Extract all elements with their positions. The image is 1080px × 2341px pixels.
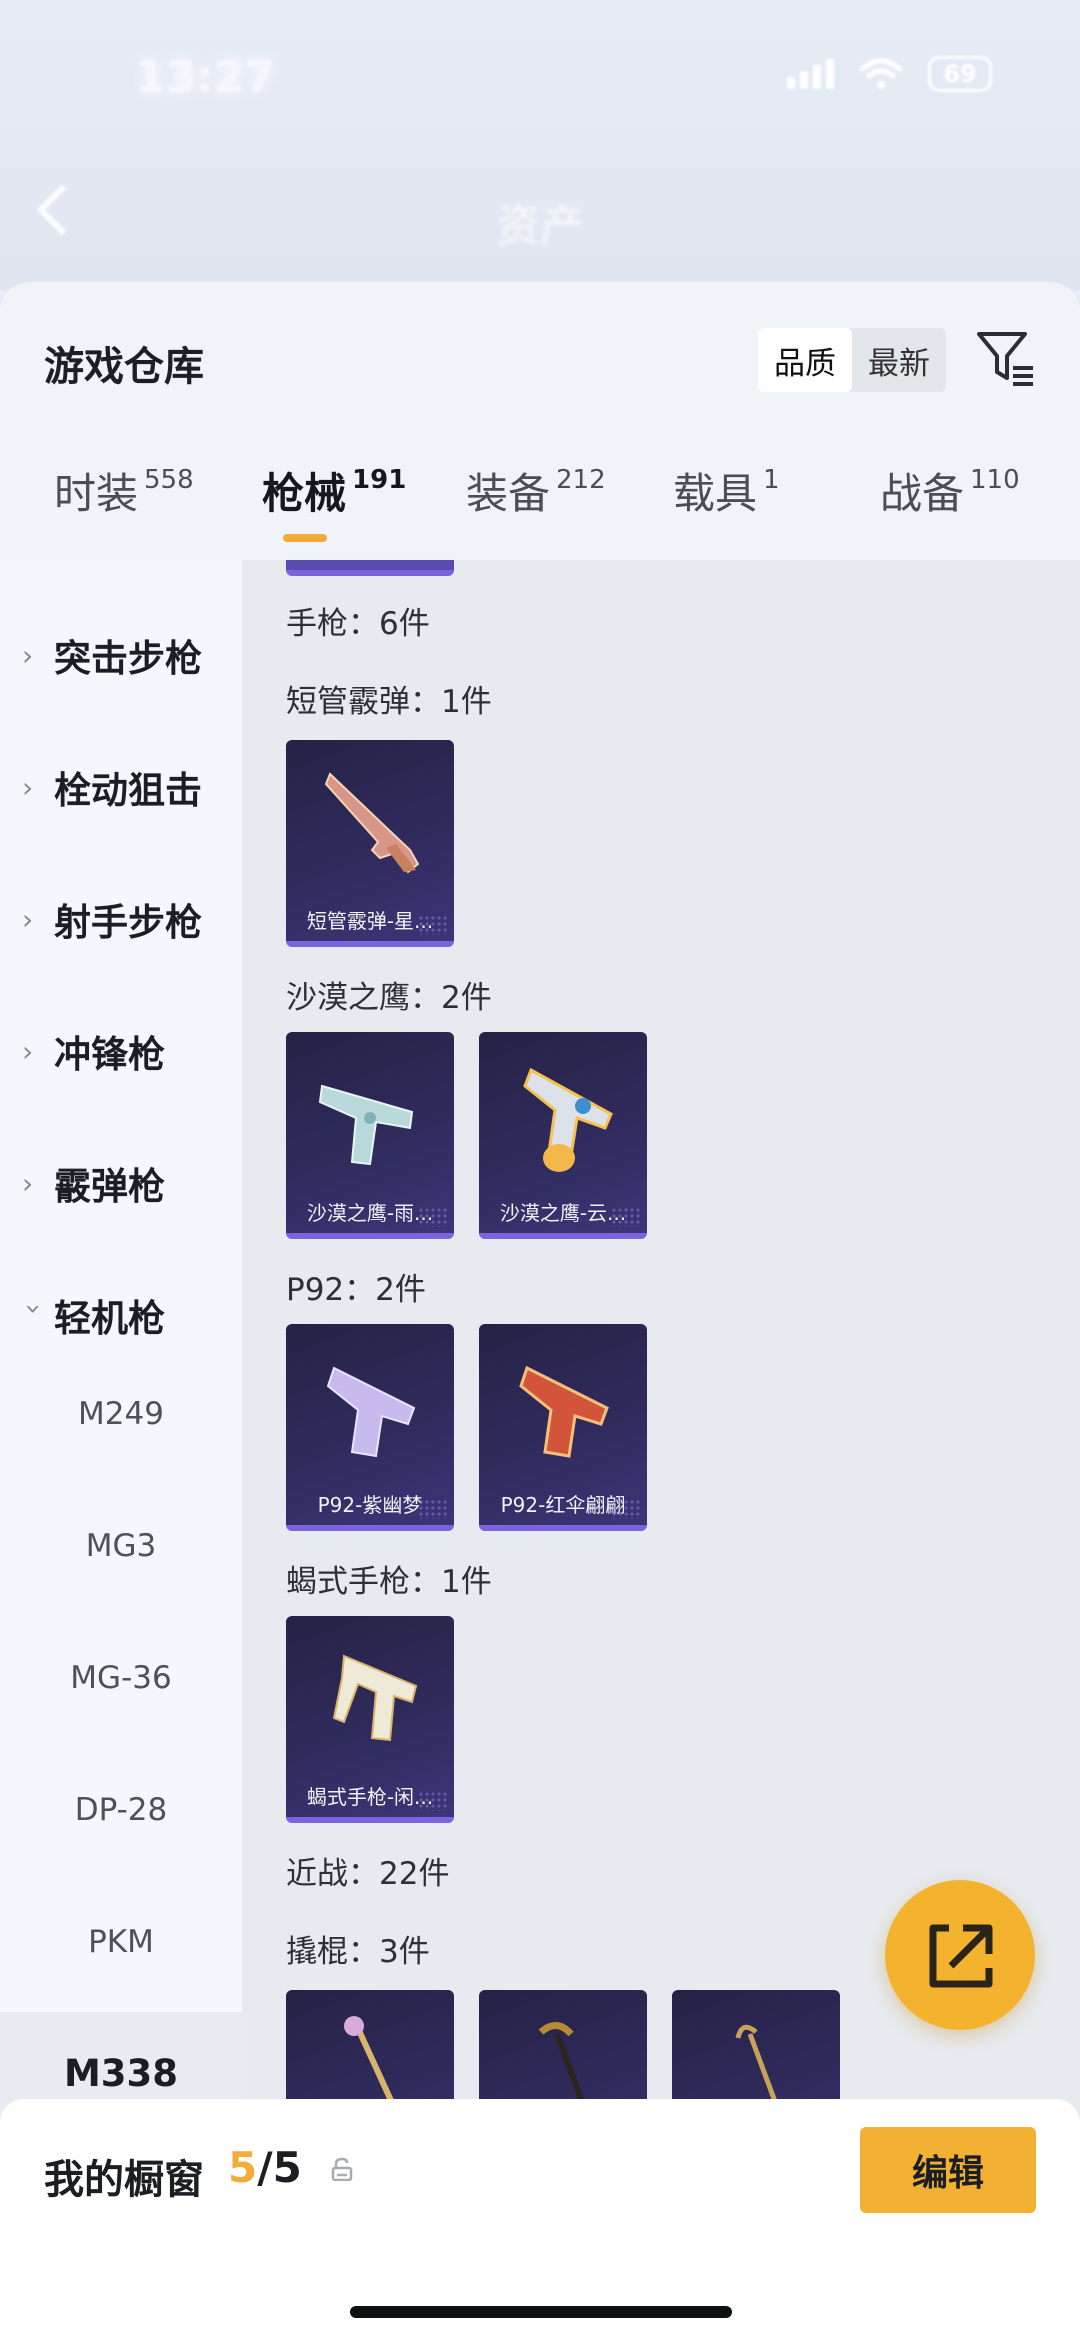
battery-icon: 69 (928, 56, 992, 92)
chevron-down-icon: › (17, 1303, 51, 1315)
item-card[interactable]: P92-紫幽梦 (286, 1324, 454, 1531)
group-title-desert-eagle: 沙漠之鹰：2件 (286, 980, 492, 1016)
share-button[interactable] (885, 1880, 1035, 2030)
sheet-title: 游戏仓库 (44, 344, 204, 390)
group-title-short-shotgun: 短管霰弹：1件 (286, 684, 492, 720)
lock-icon[interactable] (330, 2157, 354, 2181)
group-title-scorpion: 蝎式手枪：1件 (286, 1564, 492, 1600)
chevron-right-icon: › (22, 902, 34, 936)
sidebar-subitem-m249[interactable]: M249 (0, 1396, 242, 1432)
showcase-count: 5/5 (228, 2143, 302, 2192)
warehouse-sheet: 游戏仓库 品质 最新 时装 558 枪械 191 装备 212 载具 1 战备 110 › (0, 282, 1080, 2341)
tab-vehicles[interactable]: 载具 1 (673, 460, 780, 521)
showcase-panel: 我的橱窗 5/5 编辑 (0, 2099, 1080, 2341)
sidebar-subitem-mg36[interactable]: MG-36 (0, 1660, 242, 1696)
desert-eagle-skin-icon (523, 1067, 613, 1172)
group-title-crowbar: 撬棍：3件 (286, 1934, 430, 1970)
desert-eagle-skin-icon (318, 1084, 414, 1166)
sort-option-quality[interactable]: 品质 (758, 328, 852, 392)
tab-fashion[interactable]: 时装 558 (54, 460, 194, 521)
sidebar-item-smg[interactable]: › 冲锋枪 (0, 1006, 242, 1096)
page-title: 资产 (496, 201, 584, 252)
sort-option-latest[interactable]: 最新 (852, 328, 946, 392)
chevron-right-icon: › (22, 638, 34, 672)
p92-skin-icon (326, 1366, 416, 1458)
shotgun-skin-icon (324, 772, 420, 874)
sidebar-item-bolt-sniper[interactable]: › 栓动狙击 (0, 742, 242, 832)
p92-skin-icon (519, 1365, 609, 1458)
showcase-label: 我的橱窗 (44, 2157, 204, 2203)
item-card[interactable]: 沙漠之鹰-云... (479, 1032, 647, 1239)
sidebar-subitem-mg3[interactable]: MG3 (0, 1528, 242, 1564)
item-card[interactable]: P92-红伞翩翩 (479, 1324, 647, 1531)
item-card[interactable]: 蝎式手枪-闲... (286, 1616, 454, 1823)
sidebar-item-shotgun[interactable]: › 霰弹枪 (0, 1138, 242, 1228)
sidebar-subitem-pkm[interactable]: PKM (0, 1924, 242, 1960)
share-icon (929, 1924, 993, 1988)
chevron-right-icon: › (22, 1166, 34, 1200)
scorpion-skin-icon (332, 1654, 418, 1742)
category-tabs: 时装 558 枪械 191 装备 212 载具 1 战备 110 (0, 460, 1080, 560)
home-indicator (350, 2306, 732, 2318)
wifi-icon (859, 58, 903, 89)
chevron-right-icon: › (22, 1034, 34, 1068)
weapon-content-list: 手枪：6件 短管霰弹：1件 短管霰弹-星... 沙漠之鹰：2件 沙漠之鹰-雨..… (242, 560, 1080, 2340)
sidebar-subitem-dp28[interactable]: DP-28 (0, 1792, 242, 1828)
group-title-melee: 近战：22件 (286, 1856, 450, 1892)
active-tab-indicator (283, 534, 327, 542)
tab-firearms[interactable]: 枪械 191 (262, 460, 406, 521)
sort-toggle: 品质 最新 (758, 328, 946, 392)
sidebar-item-marksman-rifle[interactable]: › 射手步枪 (0, 874, 242, 964)
item-card-partial[interactable] (286, 560, 454, 576)
chevron-right-icon: › (22, 770, 34, 804)
sidebar-item-assault-rifle[interactable]: › 突击步枪 (0, 610, 242, 700)
item-card[interactable]: 沙漠之鹰-雨... (286, 1032, 454, 1239)
filter-icon[interactable] (975, 328, 1035, 388)
status-time: 13:27 (135, 52, 276, 103)
item-card[interactable]: 短管霰弹-星... (286, 740, 454, 947)
top-bar: 13:27 69 资产 (0, 0, 1080, 290)
sidebar-item-lmg[interactable]: › 轻机枪 (0, 1270, 242, 1360)
status-icons: 69 (787, 56, 992, 92)
tab-equipment[interactable]: 装备 212 (466, 460, 606, 521)
signal-icon (787, 59, 834, 89)
edit-button[interactable]: 编辑 (860, 2127, 1036, 2213)
group-title-p92: P92：2件 (286, 1272, 426, 1308)
tab-battle-supplies[interactable]: 战备 110 (880, 460, 1020, 521)
group-title-pistol: 手枪：6件 (286, 606, 430, 642)
